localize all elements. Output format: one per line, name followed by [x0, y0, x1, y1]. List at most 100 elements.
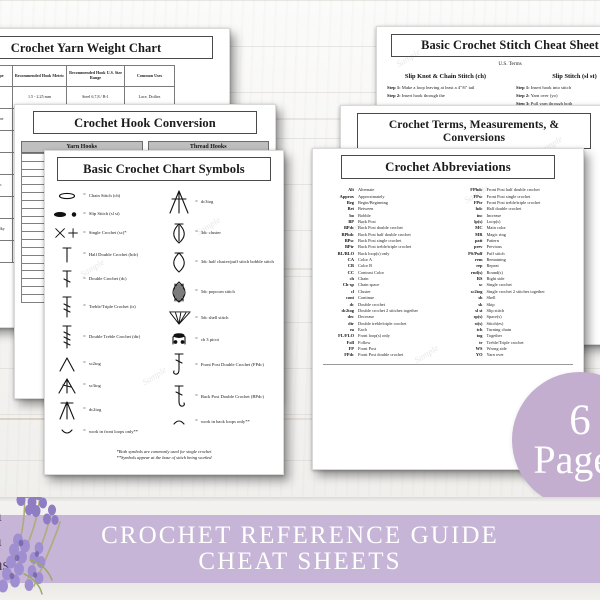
abbreviation-value: Back Post single crochet	[358, 238, 402, 244]
chart-symbol-label: work in back loops only**	[200, 418, 250, 424]
chart-symbol-equals: =	[195, 337, 198, 343]
abbreviation-key: rnd(s)	[471, 269, 483, 275]
abbreviation-row: BL/BLO Back loop(s) only	[323, 251, 445, 256]
abbreviation-value: Wrong side	[486, 345, 507, 351]
abbreviation-value: Back Post	[358, 219, 376, 225]
chart-symbol-label: Treble/Triple Crochet (tr)	[88, 303, 136, 309]
abbreviation-key: FPdc	[344, 352, 354, 358]
abbreviation-row: dc Double crochet	[323, 302, 445, 307]
abbreviation-key: sh	[478, 295, 483, 301]
abbreviation-row: FPdc Front Post double crochet	[323, 352, 445, 357]
abbreviation-value: Front Post single crochet	[486, 193, 531, 199]
chart-symbol-row: = sc2tog	[54, 356, 162, 372]
abbreviation-key: tr	[479, 339, 483, 345]
abbreviation-value: Magic ring	[486, 231, 506, 237]
abbreviation-key: FL/FLO	[338, 333, 354, 339]
chart-symbol-label: Back Post Double Crochet (BPdc)	[200, 393, 264, 399]
abbreviation-key: CC	[347, 269, 354, 275]
abbreviation-value: Remaining	[486, 257, 506, 263]
abbreviation-value: Main color	[486, 225, 506, 231]
abbreviation-row: rnd(s) Round(s)	[452, 270, 574, 275]
abbreviation-row: cont Continue	[323, 295, 445, 300]
abbreviation-row: tog Together	[452, 333, 574, 338]
abbreviation-key: PS/Puff	[468, 250, 483, 256]
chart-symbols-title: Basic Crochet Chart Symbols	[57, 157, 271, 182]
abbreviation-key: dec	[347, 314, 354, 320]
yarn-weight-cell: Fine	[0, 131, 13, 153]
abbreviation-key: lp(s)	[474, 219, 483, 225]
abbreviation-key: FPtr	[473, 200, 483, 206]
chart-symbol-equals: =	[83, 429, 86, 435]
abbreviation-row: ea Each	[323, 327, 445, 332]
chart-symbol-row: = ch 3 picot	[166, 332, 274, 347]
symbol-picot-icon	[166, 332, 192, 347]
chart-symbol-label: 3dc cluster	[200, 229, 221, 235]
abbreviation-row: rep Repeat	[452, 263, 574, 268]
symbol-puff-bobble-icon	[166, 250, 192, 274]
stitch-step-label: Step 1:	[387, 84, 401, 90]
abbreviation-value: Begin/Beginning	[358, 200, 389, 206]
abbreviation-row: CC Contrast Color	[323, 270, 445, 275]
symbol-oval-icon	[54, 189, 80, 202]
chart-symbol-row: = work in back loops only**	[166, 415, 274, 428]
bottom-banner: aans CROCHET REFERENCE GUIDE CHEAT SHEET…	[0, 497, 600, 600]
chart-symbol-label: Single Crochet (sc)*	[88, 230, 127, 236]
abbreviation-key: YO	[475, 352, 483, 358]
abbreviation-value: Skip	[486, 301, 495, 307]
chart-symbol-label: sc3tog	[88, 382, 101, 388]
abbreviation-key: BL/BLO	[337, 250, 354, 256]
sheet-basic-crochet-chart-symbols[interactable]: Basic Crochet Chart Symbols = Chain Stitc…	[44, 150, 284, 475]
abbreviation-row: Bet Between	[323, 206, 445, 211]
abbreviation-row: lp(s) Loop(s)	[452, 219, 574, 224]
chart-symbol-equals: =	[83, 407, 86, 413]
abbreviation-key: BPsc	[344, 238, 354, 244]
abbreviation-row: dc2tog Double crochet 2 stitches together	[323, 308, 445, 313]
chart-symbol-equals: =	[195, 289, 198, 295]
abbreviation-value: Loop(s)	[486, 219, 501, 225]
chart-symbol-equals: =	[83, 252, 86, 258]
yarn-weight-cell: Bulky	[0, 197, 13, 219]
abbreviation-key: FP	[348, 345, 354, 351]
chart-symbol-label: ch 3 picot	[200, 336, 219, 342]
symbol-x-plus-icon	[54, 226, 80, 240]
abbreviation-value: Treble/Triple crochet	[486, 339, 524, 345]
stitch-step-label: Step 1:	[516, 84, 530, 90]
abbreviation-value: Back loop(s) only	[358, 250, 390, 256]
chart-symbol-row: = Double Crochet (dc)	[54, 269, 162, 289]
abbreviation-value: Each	[358, 326, 367, 332]
slip-knot-steps: Step 1: Make a loop leaving at least a 4…	[387, 85, 504, 100]
hook-conversion-title: Crochet Hook Conversion	[33, 111, 257, 134]
pages-count-number: 6	[569, 397, 591, 445]
abbreviation-key: dc	[349, 301, 354, 307]
chart-symbol-row: = Single Crochet (sc)*	[54, 226, 162, 240]
abbreviation-row: Ch-sp Chain space	[323, 282, 445, 287]
abbreviation-row: rem Remaining	[452, 257, 574, 262]
abbreviation-row: BPsc Back Post single crochet	[323, 238, 445, 243]
abbreviation-value: Stitch(es)	[486, 320, 504, 326]
abbreviation-value: Alternate	[358, 187, 375, 193]
chart-symbol-equals: =	[83, 361, 86, 367]
chart-symbol-label: dc3tog	[200, 199, 214, 205]
abbreviation-row: sp(s) Space(s)	[452, 314, 574, 319]
symbol-three-leg-dec-icon	[54, 377, 80, 394]
slip-knot-heading: Slip Knot & Chain Stitch (ch)	[404, 72, 487, 80]
abbreviation-key: sc	[478, 282, 483, 288]
pages-count-label: Pages	[533, 437, 600, 483]
symbol-t-three-slash-icon	[54, 324, 80, 350]
abbreviation-value: Chain space	[358, 282, 380, 288]
symbol-dc2tog-legs-icon	[54, 400, 80, 420]
chart-symbol-label: Slip Stitch (sl st)	[88, 211, 120, 217]
chart-symbol-label: Double Treble Crochet (dtr)	[88, 334, 141, 340]
abbreviation-key: BP	[348, 219, 354, 225]
yarn-weight-column-header: Recommended Hook U.S. Size Range	[67, 65, 125, 87]
abbreviation-value: Color B	[358, 263, 373, 269]
abbreviation-value: Front loop(s) only	[358, 333, 390, 339]
abbreviation-value: Turning chain	[486, 326, 512, 332]
stitch-step: Step 2: Insert hook through the	[387, 92, 445, 98]
abbreviation-key: st(s)	[474, 320, 483, 326]
chart-symbol-row: = 3dc half cluster/puff stitch bobble sti…	[166, 250, 274, 274]
slip-stitch-section: Slip Stitch (sl st) Step 1: Insert hook …	[516, 73, 600, 109]
abbreviation-value: Contrast Color	[358, 269, 384, 275]
chart-symbol-equals: =	[83, 304, 86, 310]
symbol-t-two-slash-icon	[54, 295, 80, 319]
